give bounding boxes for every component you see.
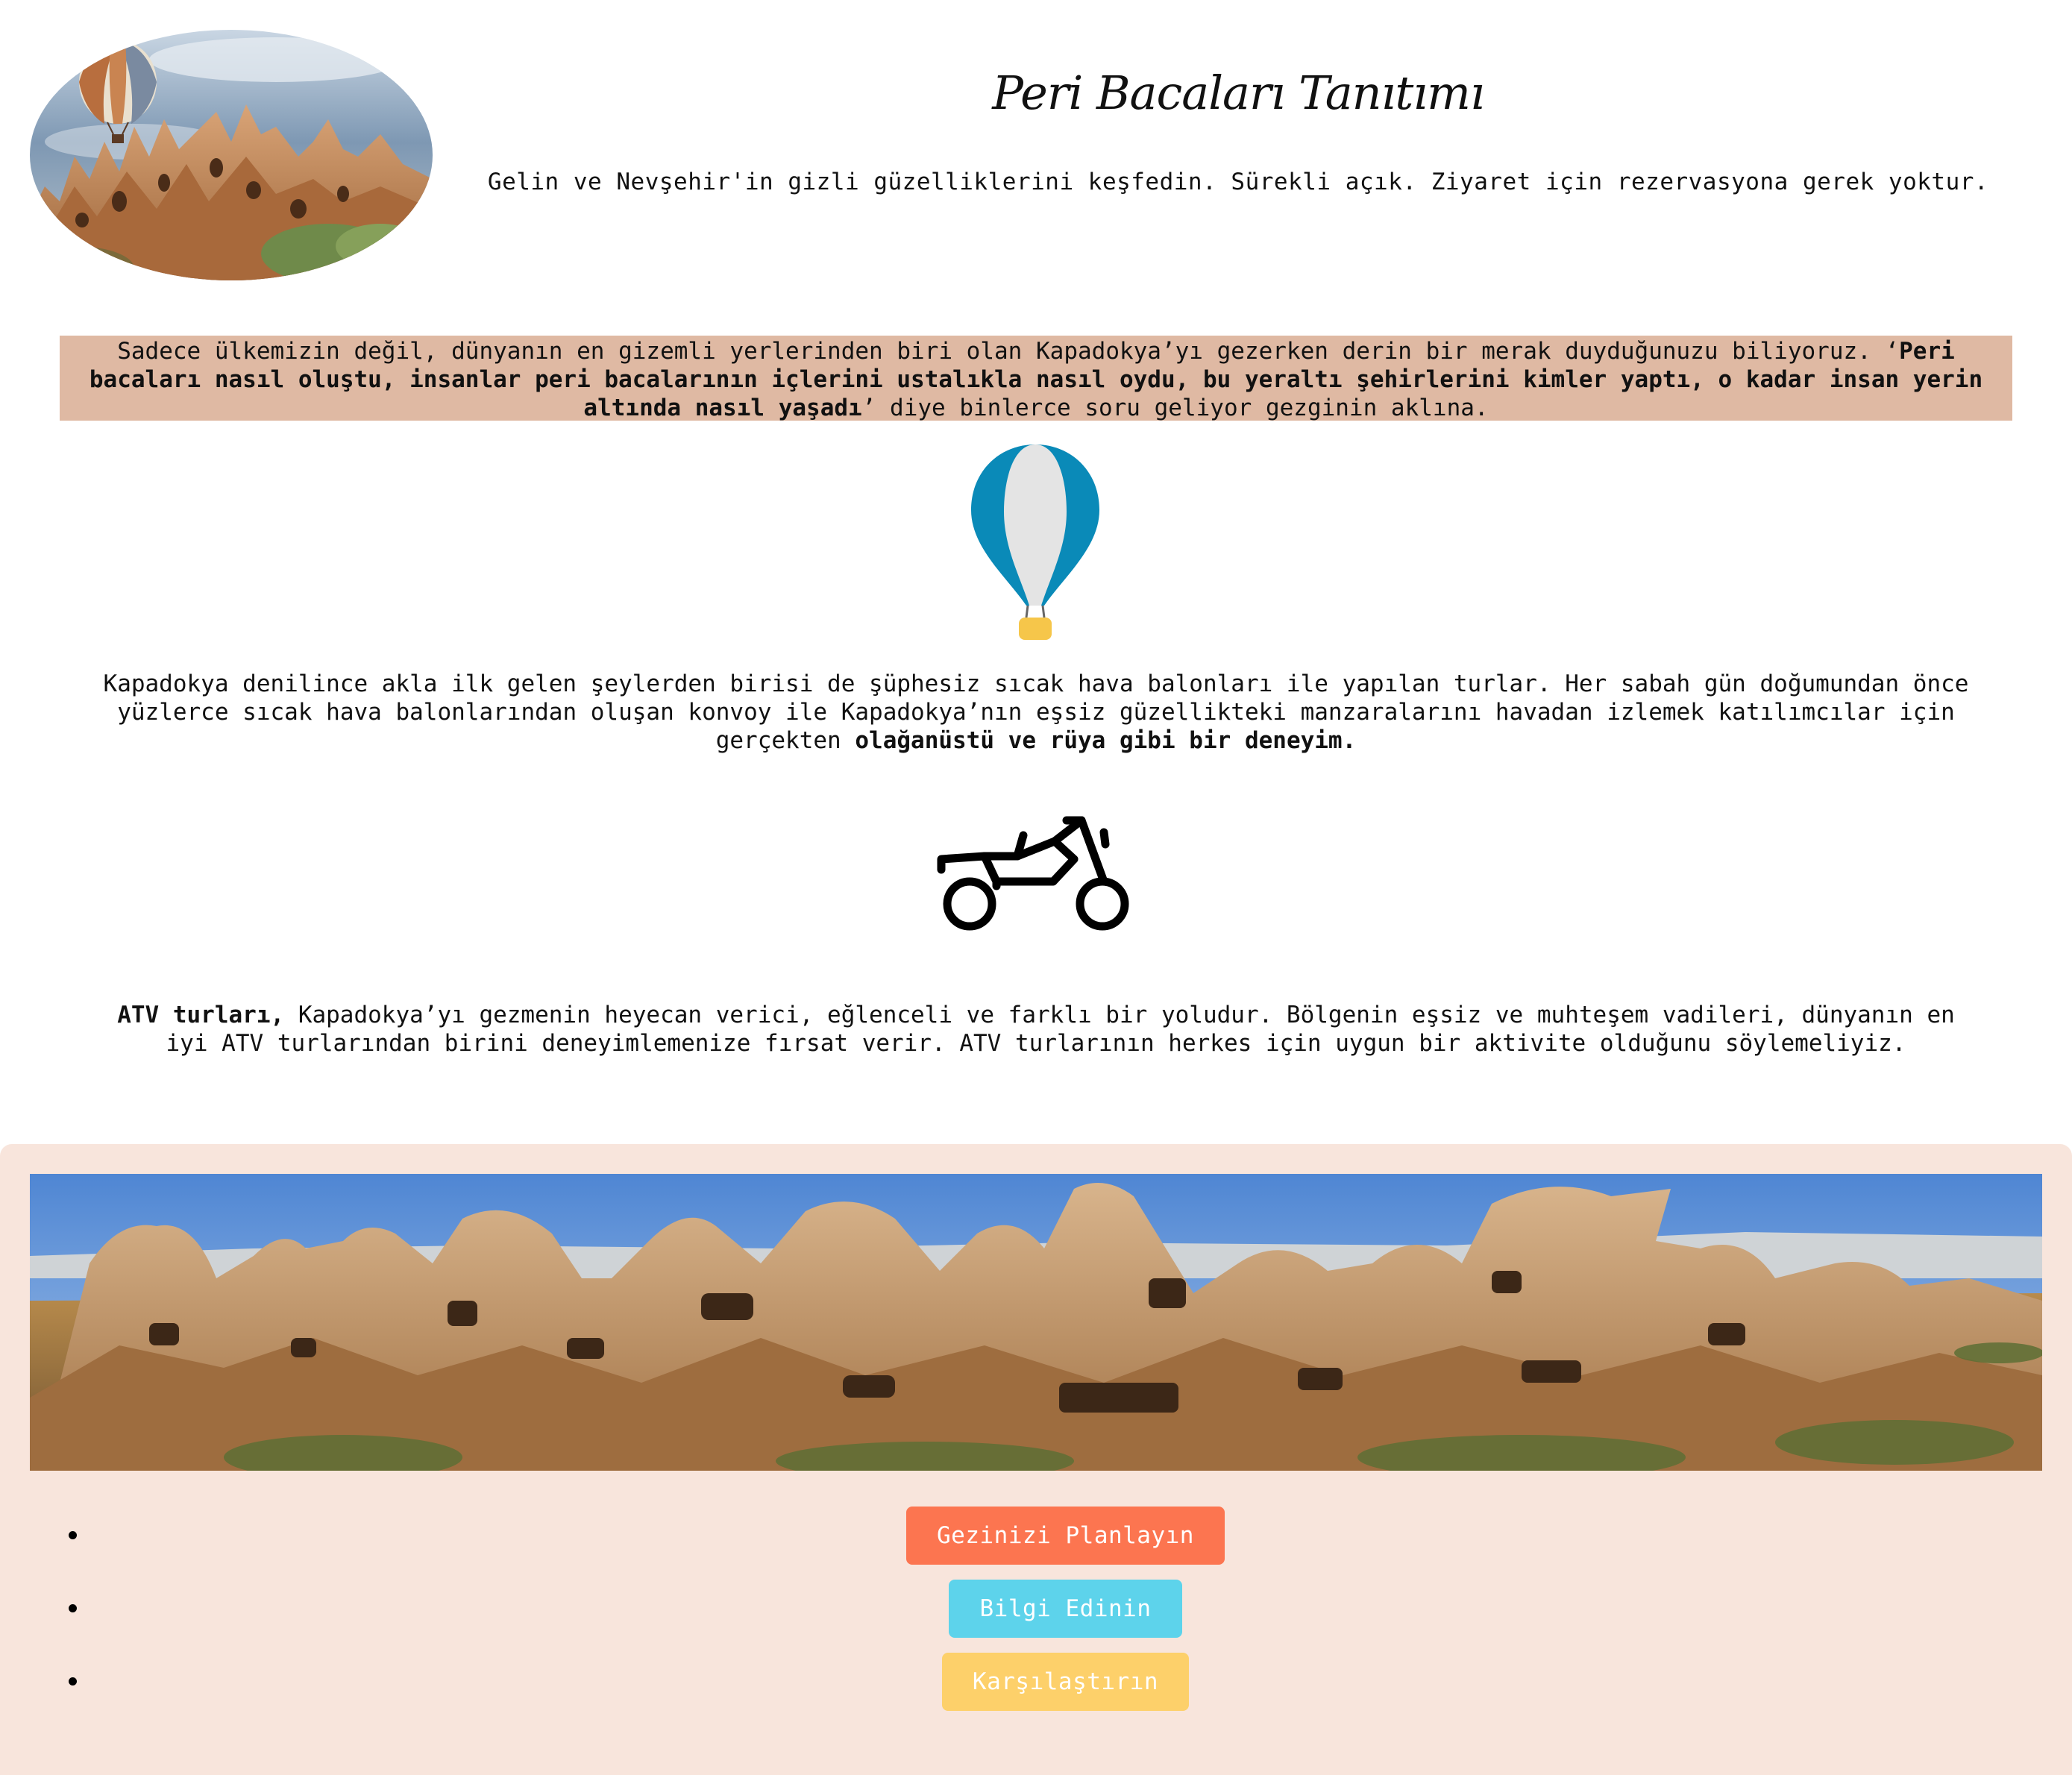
intro-paragraph: Sadece ülkemizin değil, dünyanın en gize… — [60, 336, 2012, 421]
hero-image-cappadocia-balloon — [30, 30, 433, 280]
list-item: Bilgi Edinin — [0, 1580, 2072, 1653]
list-item: Karşılaştırın — [0, 1653, 2072, 1726]
panorama-image-graphic — [30, 1174, 2042, 1471]
page-title: Peri Bacaları Tanıtımı — [992, 66, 1485, 120]
atv-tour-paragraph: ATV turları, Kapadokya’yı gezmenin heyec… — [60, 1001, 2012, 1058]
atv-motorbike-icon — [937, 816, 1129, 931]
intro-text-end: ’ diye binlerce soru geliyor gezginin ak… — [861, 395, 1489, 421]
bullet-icon — [69, 1604, 77, 1612]
page: Peri Bacaları Tanıtımı Gelin ve Nevşehir… — [0, 0, 2072, 1775]
atv-text: Kapadokya’yı gezmenin heyecan verici, eğ… — [166, 1002, 1955, 1057]
get-info-button[interactable]: Bilgi Edinin — [949, 1580, 1182, 1638]
hero-image-graphic — [30, 30, 433, 280]
action-list: Gezinizi Planlayın Bilgi Edinin Karşılaş… — [0, 1507, 2072, 1726]
list-item: Gezinizi Planlayın — [0, 1507, 2072, 1580]
panorama-image-fairy-chimneys — [30, 1174, 2042, 1471]
tagline: Gelin ve Nevşehir'in gizli güzelliklerin… — [487, 169, 1989, 195]
bullet-icon — [69, 1677, 77, 1686]
bullet-icon — [69, 1531, 77, 1539]
intro-text-start: Sadece ülkemizin değil, dünyanın en gize… — [117, 338, 1900, 365]
hot-air-balloon-icon — [971, 444, 1099, 640]
atv-text-bold: ATV turları, — [117, 1002, 285, 1028]
footer-panel: Gezinizi Planlayın Bilgi Edinin Karşılaş… — [0, 1144, 2072, 1775]
balloon-tour-paragraph: Kapadokya denilince akla ilk gelen şeyle… — [60, 670, 2012, 755]
plan-trip-button[interactable]: Gezinizi Planlayın — [906, 1507, 1225, 1565]
compare-button[interactable]: Karşılaştırın — [942, 1653, 1189, 1711]
balloon-text-bold: olağanüstü ve rüya gibi bir deneyim. — [855, 727, 1357, 754]
